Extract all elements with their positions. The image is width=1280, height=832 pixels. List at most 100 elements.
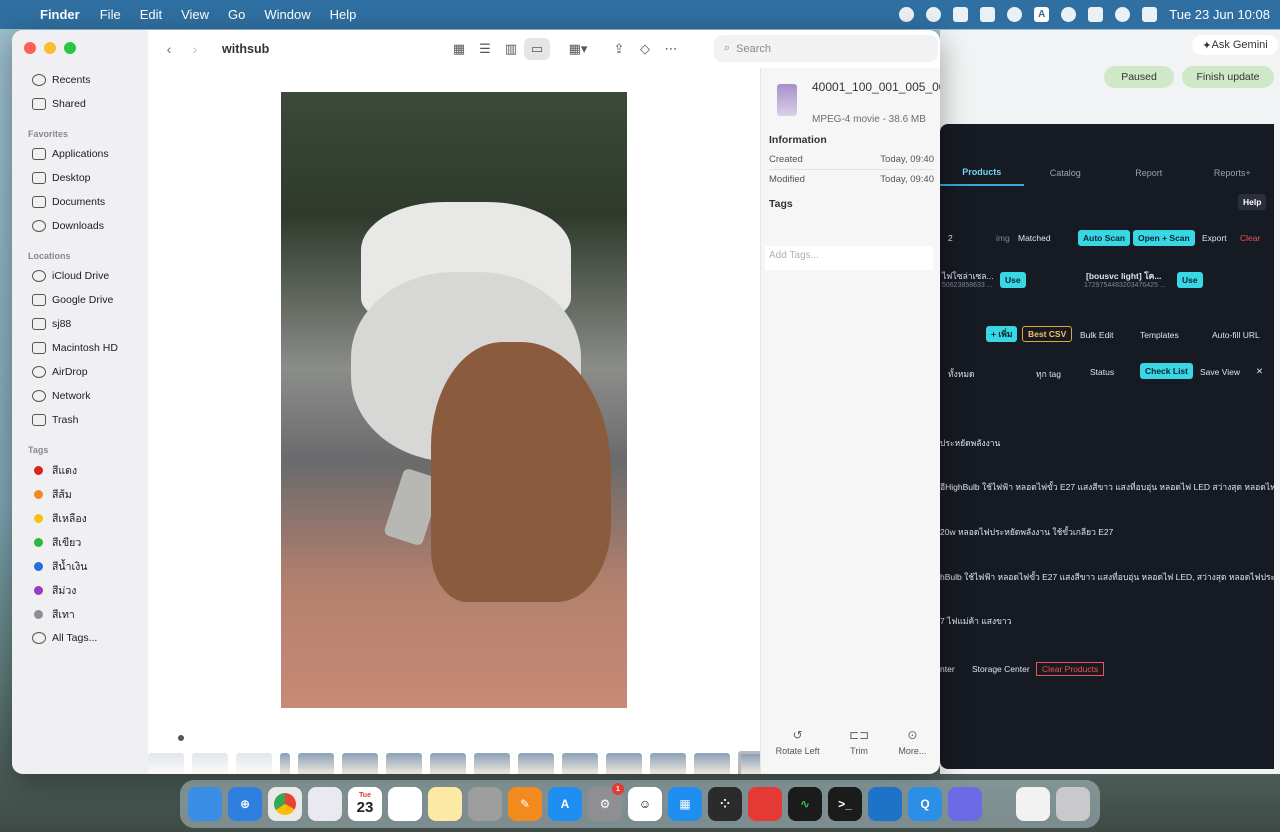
- use-button[interactable]: Use: [1177, 272, 1203, 288]
- enter-link[interactable]: nter: [940, 664, 955, 674]
- thumbnail[interactable]: [474, 753, 510, 774]
- thumbnail[interactable]: [606, 753, 642, 774]
- sidebar-item-documents[interactable]: Documents: [12, 190, 148, 214]
- input-source-icon[interactable]: A: [1034, 7, 1050, 22]
- back-chevron-icon[interactable]: ‹: [156, 41, 182, 57]
- thumbnail[interactable]: [650, 753, 686, 774]
- sidebar-tag-blue[interactable]: สีน้ำเงิน: [12, 554, 148, 578]
- add-button[interactable]: + เพิ่ม: [986, 326, 1018, 342]
- pages-app-icon[interactable]: ✎: [508, 787, 542, 821]
- sidebar-item-desktop[interactable]: Desktop: [12, 166, 148, 190]
- sidebar-item-recents[interactable]: Recents: [12, 68, 148, 92]
- tab-report[interactable]: Report: [1107, 160, 1191, 186]
- menubar-clock[interactable]: Tue 23 Jun 10:08: [1169, 7, 1270, 22]
- vscode-app-icon[interactable]: [868, 787, 902, 821]
- trash-app-icon[interactable]: [1056, 787, 1090, 821]
- sidebar-tag-orange[interactable]: สีส้ม: [12, 482, 148, 506]
- list-view-icon[interactable]: ☰: [472, 38, 498, 60]
- extension-icon[interactable]: [926, 7, 942, 22]
- sidebar-tag-purple[interactable]: สีม่วง: [12, 578, 148, 602]
- column-view-icon[interactable]: ▥: [498, 38, 524, 60]
- sidebar-item-all-tags[interactable]: All Tags...: [12, 626, 148, 650]
- thumbnail[interactable]: [386, 753, 422, 774]
- zoom-window-button[interactable]: [64, 42, 76, 54]
- sidebar-tag-red[interactable]: สีแดง: [12, 458, 148, 482]
- minimize-window-button[interactable]: [44, 42, 56, 54]
- save-view-button[interactable]: Save View: [1200, 367, 1240, 377]
- list-item[interactable]: อีHighBulb ใช้ไฟฟ้า หลอดไฟขั้ว E27 แสงสี…: [940, 480, 1274, 494]
- chrome-app-icon[interactable]: [268, 787, 302, 821]
- sidebar-item-airdrop[interactable]: AirDrop: [12, 360, 148, 384]
- sidebar-item-network[interactable]: Network: [12, 384, 148, 408]
- battery-icon[interactable]: [1088, 7, 1104, 22]
- list-item[interactable]: 20w หลอดไฟประหยัดพลังงาน ใช้ขั้วเกลียว E…: [940, 525, 1113, 539]
- list-item[interactable]: 7 ไฟแม่ค้า แสงขาว: [940, 614, 1011, 628]
- finder-app-icon[interactable]: [188, 787, 222, 821]
- clear-button[interactable]: Clear: [1240, 233, 1260, 243]
- filter-all-select[interactable]: ทั้งหมด: [948, 367, 974, 381]
- sidebar-item-sj88[interactable]: sj88: [12, 312, 148, 336]
- sidebar-tag-green[interactable]: สีเขียว: [12, 530, 148, 554]
- notes-app-icon[interactable]: [428, 787, 462, 821]
- thumbnail[interactable]: [236, 753, 272, 774]
- rotate-left-button[interactable]: ↺ Rotate Left: [776, 728, 820, 756]
- menu-app-finder[interactable]: Finder: [40, 7, 80, 22]
- templates-button[interactable]: Templates: [1140, 330, 1179, 340]
- reminders-app-icon[interactable]: [388, 787, 422, 821]
- grid-icon[interactable]: [980, 7, 996, 22]
- close-window-button[interactable]: [24, 42, 36, 54]
- windows-icon[interactable]: [953, 7, 969, 22]
- filter-tag-select[interactable]: ทุก tag: [1036, 367, 1061, 381]
- contacts-app-icon[interactable]: [468, 787, 502, 821]
- thumbnail[interactable]: [298, 753, 334, 774]
- tab-catalog[interactable]: Catalog: [1024, 160, 1108, 186]
- dots-app-icon[interactable]: ⁘: [708, 787, 742, 821]
- launchpad-app-icon[interactable]: [308, 787, 342, 821]
- search-field[interactable]: ⌕ Search: [714, 35, 938, 62]
- autofill-url-button[interactable]: Auto-fill URL: [1212, 330, 1260, 340]
- activity-monitor-app-icon[interactable]: ∿: [788, 787, 822, 821]
- auto-scan-button[interactable]: Auto Scan: [1078, 230, 1131, 246]
- sidebar-item-macintosh-hd[interactable]: Macintosh HD: [12, 336, 148, 360]
- video-preview[interactable]: [281, 92, 627, 708]
- sidebar-item-applications[interactable]: Applications: [12, 142, 148, 166]
- open-scan-button[interactable]: Open + Scan: [1133, 230, 1195, 246]
- help-button[interactable]: Help: [1238, 194, 1267, 210]
- tab-reports-plus[interactable]: Reports+: [1191, 160, 1275, 186]
- number-field[interactable]: 2: [948, 233, 953, 243]
- bulk-edit-button[interactable]: Bulk Edit: [1080, 330, 1114, 340]
- check-list-button[interactable]: Check List: [1140, 363, 1193, 379]
- best-csv-button[interactable]: Best CSV: [1022, 326, 1073, 342]
- more-icon[interactable]: ⋯: [658, 38, 684, 60]
- calendar-app-icon[interactable]: Tue 23: [348, 787, 382, 821]
- thumbnail[interactable]: [694, 753, 730, 774]
- thumbnail[interactable]: [280, 753, 290, 774]
- windows-app-icon[interactable]: ▦: [668, 787, 702, 821]
- close-icon[interactable]: ✕: [1256, 366, 1263, 377]
- app-store-app-icon[interactable]: A: [548, 787, 582, 821]
- list-item[interactable]: ประหยัดพลังงาน: [940, 436, 1000, 450]
- sidebar-tag-gray[interactable]: สีเทา: [12, 602, 148, 626]
- remote-app-icon[interactable]: [948, 787, 982, 821]
- sidebar-item-google-drive[interactable]: Google Drive: [12, 288, 148, 312]
- red-app-icon[interactable]: [748, 787, 782, 821]
- sidebar-item-icloud-drive[interactable]: iCloud Drive: [12, 264, 148, 288]
- menu-file[interactable]: File: [100, 7, 121, 22]
- menu-go[interactable]: Go: [228, 7, 245, 22]
- thumbnail[interactable]: [148, 753, 184, 774]
- list-item[interactable]: hBulb ใช้ไฟฟ้า หลอดไฟขั้ว E27 แสงสีขาว แ…: [940, 570, 1274, 584]
- terminal-app-icon[interactable]: >_: [828, 787, 862, 821]
- thumbnail[interactable]: [430, 753, 466, 774]
- play-icon[interactable]: [1007, 7, 1023, 22]
- icon-view-icon[interactable]: ▦: [446, 38, 472, 60]
- menu-edit[interactable]: Edit: [140, 7, 162, 22]
- tab-products[interactable]: Products: [940, 160, 1024, 186]
- trim-button[interactable]: ⊏⊐ Trim: [849, 728, 869, 756]
- record-icon[interactable]: [899, 7, 915, 22]
- menu-view[interactable]: View: [181, 7, 209, 22]
- matched-select[interactable]: Matched: [1018, 233, 1051, 243]
- storage-center-button[interactable]: Storage Center: [972, 664, 1030, 674]
- q-app-icon[interactable]: Q: [908, 787, 942, 821]
- paused-button[interactable]: Paused: [1104, 66, 1174, 88]
- avatar-app-icon[interactable]: ☺: [628, 787, 662, 821]
